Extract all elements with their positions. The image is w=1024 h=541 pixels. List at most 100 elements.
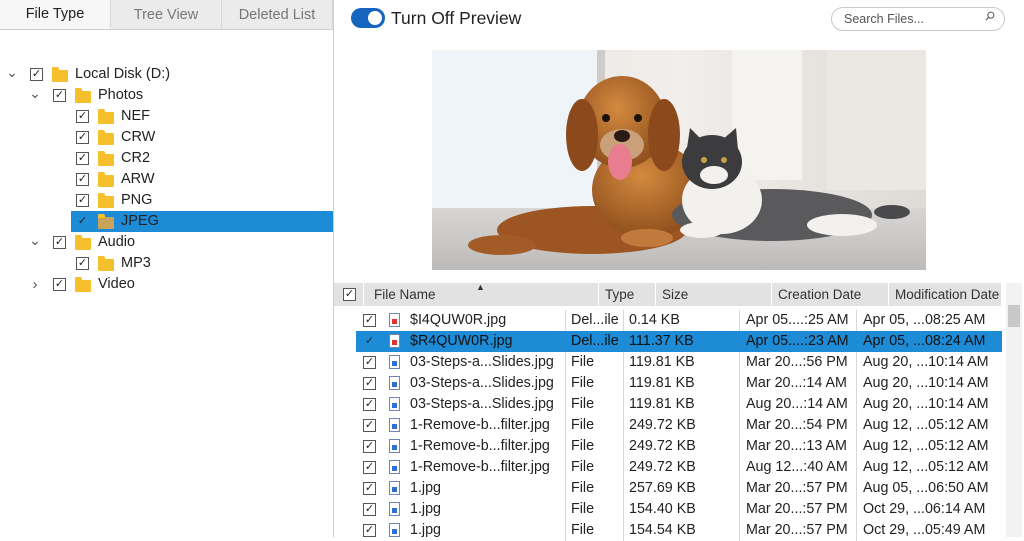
file-size-cell: 257.69 KB <box>629 480 696 496</box>
file-checkbox[interactable]: ✓ <box>363 440 376 453</box>
tree-checkbox[interactable]: ✓ <box>76 215 89 228</box>
file-name-cell: 1-Remove-b...filter.jpg <box>410 438 550 454</box>
folder-icon <box>75 235 91 250</box>
tree-node-nef[interactable]: ✓ NEF <box>0 106 333 127</box>
file-created-cell: Mar 20...:56 PM <box>746 354 848 370</box>
file-checkbox[interactable]: ✓ <box>363 377 376 390</box>
file-created-cell: Aug 20...:14 AM <box>746 396 848 412</box>
tree-checkbox[interactable]: ✓ <box>76 257 89 270</box>
file-checkbox[interactable]: ✓ <box>363 419 376 432</box>
tree-node-label: CRW <box>121 129 156 145</box>
search-input[interactable] <box>844 10 974 27</box>
file-type-cell: File <box>571 480 595 496</box>
search-box[interactable] <box>831 7 1005 31</box>
tree-node-png[interactable]: ✓ PNG <box>0 190 333 211</box>
column-header-size[interactable]: Size <box>656 283 772 306</box>
file-row[interactable]: ✓ $R4QUW0R.jpg Del...ile 111.37 KB Apr 05...… <box>356 331 1002 352</box>
file-row[interactable]: ✓ 1.jpg File 154.54 KB Mar 20...:57 PM Oct 29… <box>334 520 1002 541</box>
tree-node-photos[interactable]: ⌄ ✓ Photos <box>0 85 333 106</box>
file-row[interactable]: ✓ 03-Steps-a...Slides.jpg File 119.81 KB Mar… <box>334 373 1002 394</box>
tree-node-label: MP3 <box>121 255 151 271</box>
file-size-cell: 154.40 KB <box>629 501 696 517</box>
tab-deleted-list[interactable]: Deleted List <box>222 0 333 29</box>
file-row[interactable]: ✓ 1-Remove-b...filter.jpg File 249.72 KB Aug… <box>334 457 1002 478</box>
folder-icon <box>98 172 114 187</box>
tree-node-video[interactable]: › ✓ Video <box>0 274 333 295</box>
search-icon[interactable] <box>985 11 995 21</box>
file-name-cell: 03-Steps-a...Slides.jpg <box>410 354 554 370</box>
file-checkbox[interactable]: ✓ <box>363 335 376 348</box>
column-label-file-name: File Name <box>374 287 436 302</box>
file-checkbox[interactable]: ✓ <box>363 356 376 369</box>
column-header-type[interactable]: Type <box>599 283 656 306</box>
file-created-cell: Mar 20...:57 PM <box>746 522 848 538</box>
tree-node-mp3[interactable]: ✓ MP3 <box>0 253 333 274</box>
file-grid-header: ✓ File Name ▲ Type Size Creation Date Mo… <box>334 282 1002 306</box>
column-header-modification-date[interactable]: Modification Date <box>889 283 1002 306</box>
file-name-cell: $I4QUW0R.jpg <box>410 312 507 328</box>
tree-checkbox[interactable]: ✓ <box>76 152 89 165</box>
file-type-cell: File <box>571 375 595 391</box>
file-type-cell: Del...ile <box>571 312 619 328</box>
tab-file-type[interactable]: File Type <box>0 0 111 29</box>
tree-node-label: NEF <box>121 108 150 124</box>
chevron-down-icon[interactable]: ⌄ <box>5 62 19 83</box>
file-checkbox[interactable]: ✓ <box>363 314 376 327</box>
image-file-icon <box>389 460 400 474</box>
select-all-checkbox[interactable]: ✓ <box>343 288 356 301</box>
chevron-down-icon[interactable]: ⌄ <box>28 230 42 251</box>
file-checkbox[interactable]: ✓ <box>363 482 376 495</box>
file-modified-cell: Aug 12, ...05:12 AM <box>863 459 989 475</box>
tree-node-label: Audio <box>98 234 136 250</box>
preview-toggle[interactable] <box>351 8 385 28</box>
sort-ascending-icon: ▲ <box>476 282 485 292</box>
file-type-cell: File <box>571 501 595 517</box>
file-row[interactable]: ✓ $I4QUW0R.jpg Del...ile 0.14 KB Apr 05....:… <box>334 310 1002 331</box>
tree-node-crw[interactable]: ✓ CRW <box>0 127 333 148</box>
tree-node-cr2[interactable]: ✓ CR2 <box>0 148 333 169</box>
tree-checkbox[interactable]: ✓ <box>76 110 89 123</box>
tree-checkbox[interactable]: ✓ <box>76 173 89 186</box>
file-name-cell: 1.jpg <box>410 480 442 496</box>
tree-checkbox[interactable]: ✓ <box>53 236 66 249</box>
file-modified-cell: Aug 20, ...10:14 AM <box>863 375 989 391</box>
folder-icon <box>98 151 114 166</box>
file-row[interactable]: ✓ 1.jpg File 154.40 KB Mar 20...:57 PM Oct 29… <box>334 499 1002 520</box>
tree-checkbox[interactable]: ✓ <box>76 194 89 207</box>
file-row[interactable]: ✓ 1.jpg File 257.69 KB Mar 20...:57 PM Aug 05… <box>334 478 1002 499</box>
tree-checkbox[interactable]: ✓ <box>53 278 66 291</box>
tree-node-jpeg[interactable]: ✓ JPEG <box>71 211 333 232</box>
file-checkbox[interactable]: ✓ <box>363 503 376 516</box>
tree-node-label: ARW <box>121 171 155 187</box>
tab-tree-view[interactable]: Tree View <box>111 0 222 29</box>
scrollbar-thumb[interactable] <box>1008 305 1020 327</box>
file-modified-cell: Aug 12, ...05:12 AM <box>863 438 989 454</box>
chevron-right-icon[interactable]: › <box>28 274 42 295</box>
column-header-file-name[interactable]: File Name ▲ <box>364 282 599 306</box>
tree-node-arw[interactable]: ✓ ARW <box>0 169 333 190</box>
file-row[interactable]: ✓ 03-Steps-a...Slides.jpg File 119.81 KB Mar… <box>334 352 1002 373</box>
tree-checkbox[interactable]: ✓ <box>30 68 43 81</box>
image-file-icon <box>389 502 400 516</box>
chevron-down-icon[interactable]: ⌄ <box>28 83 42 104</box>
file-created-cell: Apr 05....:23 AM <box>746 333 849 349</box>
file-created-cell: Mar 20...:13 AM <box>746 438 847 454</box>
tree-checkbox[interactable]: ✓ <box>76 131 89 144</box>
file-checkbox[interactable]: ✓ <box>363 398 376 411</box>
file-size-cell: 154.54 KB <box>629 522 696 538</box>
tree-node-audio[interactable]: ⌄ ✓ Audio <box>0 232 333 253</box>
file-name-cell: 03-Steps-a...Slides.jpg <box>410 396 554 412</box>
image-file-icon <box>389 481 400 495</box>
file-row[interactable]: ✓ 03-Steps-a...Slides.jpg File 119.81 KB Aug… <box>334 394 1002 415</box>
file-checkbox[interactable]: ✓ <box>363 461 376 474</box>
file-row[interactable]: ✓ 1-Remove-b...filter.jpg File 249.72 KB Mar… <box>334 436 1002 457</box>
tree-checkbox[interactable]: ✓ <box>53 89 66 102</box>
file-modified-cell: Oct 29, ...05:49 AM <box>863 522 986 538</box>
file-created-cell: Aug 12...:40 AM <box>746 459 848 475</box>
file-checkbox[interactable]: ✓ <box>363 524 376 537</box>
tree-node-local-disk-d[interactable]: ⌄ ✓ Local Disk (D:) <box>0 64 333 85</box>
file-size-cell: 0.14 KB <box>629 312 680 328</box>
vertical-scrollbar[interactable] <box>1006 283 1022 537</box>
column-header-creation-date[interactable]: Creation Date <box>772 283 889 306</box>
file-row[interactable]: ✓ 1-Remove-b...filter.jpg File 249.72 KB Mar… <box>334 415 1002 436</box>
